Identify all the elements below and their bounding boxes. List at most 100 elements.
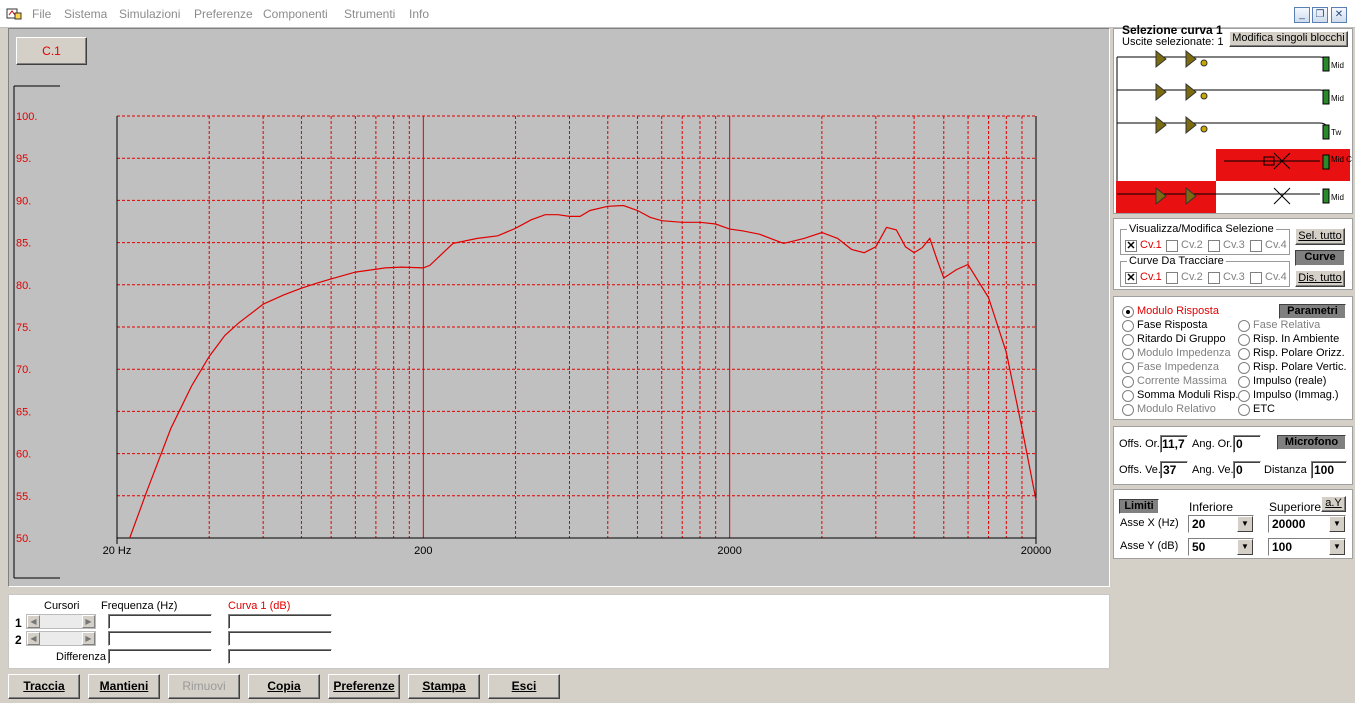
x-lower-select[interactable]: 20 ▼ xyxy=(1188,515,1254,533)
x-tick-label: 2000 xyxy=(717,545,741,557)
distanza-label: Distanza xyxy=(1264,464,1307,476)
param-radio-right-6[interactable] xyxy=(1238,404,1250,416)
x-upper-select[interactable]: 20000 ▼ xyxy=(1268,515,1346,533)
param-label-4: Fase Impedenza xyxy=(1137,361,1219,373)
offs-or-field[interactable]: 11,7 xyxy=(1160,435,1188,453)
difference-frequency-field[interactable] xyxy=(108,649,212,664)
x-upper-value: 20000 xyxy=(1272,517,1306,531)
draw-cv1-label: Cv.1 xyxy=(1140,271,1162,283)
output-label-5: Mid xyxy=(1331,193,1344,202)
cursor-2-label: 2 xyxy=(15,633,22,647)
traccia-button[interactable]: Traccia xyxy=(8,674,80,699)
edit-blocks-button[interactable]: Modifica singoli blocchi xyxy=(1229,31,1348,47)
scroll-left-icon[interactable]: ◀ xyxy=(27,615,40,628)
esci-button[interactable]: Esci xyxy=(488,674,560,699)
cursor-1-scrollbar[interactable]: ◀ ▶ xyxy=(26,614,96,629)
x-axis-label: Asse X (Hz) xyxy=(1120,517,1179,529)
vis-cv3-checkbox[interactable] xyxy=(1208,240,1220,252)
param-radio-right-5[interactable] xyxy=(1238,390,1250,402)
scroll-right-icon[interactable]: ▶ xyxy=(82,632,95,645)
difference-value-field[interactable] xyxy=(228,649,332,664)
draw-cv4-checkbox[interactable] xyxy=(1250,272,1262,284)
menu-strumenti[interactable]: Strumenti xyxy=(344,7,395,21)
param-radio-right-4[interactable] xyxy=(1238,376,1250,388)
param-label-right-2: Risp. Polare Orizz. xyxy=(1253,347,1345,359)
vis-cv1-label: Cv.1 xyxy=(1140,239,1162,251)
vis-cv2-checkbox[interactable] xyxy=(1166,240,1178,252)
vis-cv4-label: Cv.4 xyxy=(1265,239,1287,251)
differenza-label: Differenza xyxy=(56,651,106,663)
cursor-2-frequency-field[interactable] xyxy=(108,631,212,646)
vis-cv4-checkbox[interactable] xyxy=(1250,240,1262,252)
param-radio-4[interactable] xyxy=(1122,362,1134,374)
chevron-down-icon[interactable]: ▼ xyxy=(1237,516,1253,532)
cursor-1-frequency-field[interactable] xyxy=(108,614,212,629)
scroll-right-icon[interactable]: ▶ xyxy=(82,615,95,628)
minimize-icon[interactable]: _ xyxy=(1294,7,1310,23)
y-tick-label: 65. xyxy=(16,406,31,418)
y-tick-label: 100. xyxy=(16,111,37,123)
param-label-right-4: Impulso (reale) xyxy=(1253,375,1327,387)
copia-button[interactable]: Copia xyxy=(248,674,320,699)
chevron-down-icon[interactable]: ▼ xyxy=(1329,539,1345,555)
preferenze-button[interactable]: Preferenze xyxy=(328,674,400,699)
selection-title: Selezione curva 1 xyxy=(1122,23,1223,37)
param-radio-right-3[interactable] xyxy=(1238,362,1250,374)
rimuovi-button[interactable]: Rimuovi xyxy=(168,674,240,699)
param-radio-3[interactable] xyxy=(1122,348,1134,360)
param-label-right-0: Fase Relativa xyxy=(1253,319,1321,331)
deselect-all-button[interactable]: Dis. tutto xyxy=(1295,270,1345,287)
menu-preferenze[interactable]: Preferenze xyxy=(194,7,253,21)
distanza-field[interactable]: 100 xyxy=(1311,461,1347,479)
mantieni-button[interactable]: Mantieni xyxy=(88,674,160,699)
vis-cv1-checkbox[interactable]: ✕ xyxy=(1125,240,1137,252)
param-radio-1[interactable] xyxy=(1122,320,1134,332)
select-all-button[interactable]: Sel. tutto xyxy=(1295,228,1345,245)
cursor-2-scrollbar[interactable]: ◀ ▶ xyxy=(26,631,96,646)
menu-info[interactable]: Info xyxy=(409,7,429,21)
restore-icon[interactable]: ❐ xyxy=(1312,7,1328,23)
chevron-down-icon[interactable]: ▼ xyxy=(1237,539,1253,555)
vis-cv3-label: Cv.3 xyxy=(1223,239,1245,251)
draw-cv1-checkbox[interactable]: ✕ xyxy=(1125,272,1137,284)
ang-or-field[interactable]: 0 xyxy=(1233,435,1261,453)
param-radio-right-1[interactable] xyxy=(1238,334,1250,346)
curve-value-label: Curva 1 (dB) xyxy=(228,600,291,612)
stampa-button[interactable]: Stampa xyxy=(408,674,480,699)
param-label-right-1: Risp. In Ambiente xyxy=(1253,333,1340,345)
microphone-header: Microfono xyxy=(1277,435,1346,450)
draw-cv3-checkbox[interactable] xyxy=(1208,272,1220,284)
y-lower-select[interactable]: 50 ▼ xyxy=(1188,538,1254,556)
chevron-down-icon[interactable]: ▼ xyxy=(1329,516,1345,532)
menu-componenti[interactable]: Componenti xyxy=(263,7,328,21)
ang-or-label: Ang. Or. xyxy=(1192,438,1233,450)
menu-simulazioni[interactable]: Simulazioni xyxy=(119,7,180,21)
param-radio-right-0[interactable] xyxy=(1238,320,1250,332)
app-icon[interactable] xyxy=(6,7,22,21)
close-icon[interactable]: ✕ xyxy=(1331,7,1347,23)
param-radio-right-2[interactable] xyxy=(1238,348,1250,360)
param-radio-0[interactable] xyxy=(1122,306,1134,318)
series-line-curve-1 xyxy=(129,204,1037,539)
scroll-left-icon[interactable]: ◀ xyxy=(27,632,40,645)
auto-y-button[interactable]: a.Y xyxy=(1321,496,1346,512)
upper-label: Superiore xyxy=(1269,500,1322,514)
cursor-2-value-field[interactable] xyxy=(228,631,332,646)
cursor-1-value-field[interactable] xyxy=(228,614,332,629)
menu-file[interactable]: File xyxy=(32,7,51,21)
ang-ve-field[interactable]: 0 xyxy=(1233,461,1261,479)
offs-ve-field[interactable]: 37 xyxy=(1160,461,1188,479)
menu-sistema[interactable]: Sistema xyxy=(64,7,107,21)
param-radio-2[interactable] xyxy=(1122,334,1134,346)
param-radio-6[interactable] xyxy=(1122,390,1134,402)
y-upper-select[interactable]: 100 ▼ xyxy=(1268,538,1346,556)
draw-title: Curve Da Tracciare xyxy=(1127,255,1226,267)
param-radio-7[interactable] xyxy=(1122,404,1134,416)
schematic-row-3: Tw xyxy=(1117,115,1341,140)
draw-cv2-checkbox[interactable] xyxy=(1166,272,1178,284)
param-radio-5[interactable] xyxy=(1122,376,1134,388)
crossover-schematic[interactable]: Mid Mid Tw Mid Cv.1 xyxy=(1114,49,1352,213)
y-lower-value: 50 xyxy=(1192,540,1206,554)
selection-panel: Selezione curva 1 Uscite selezionate: 1 … xyxy=(1113,23,1353,214)
draw-cv4-label: Cv.4 xyxy=(1265,271,1287,283)
